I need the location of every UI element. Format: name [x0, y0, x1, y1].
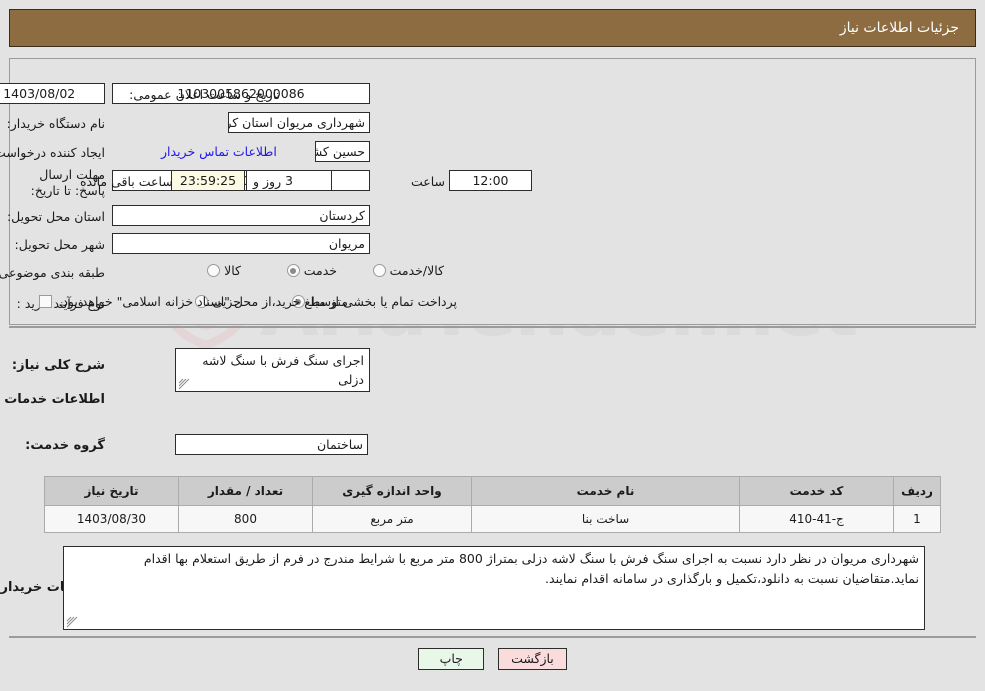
cell-quantity: 800	[178, 505, 313, 533]
buyer-notes-text: شهرداری مریوان در نظر دارد نسبت به اجرای…	[143, 551, 919, 586]
creator-label: ایجاد کننده درخواست:	[0, 145, 105, 160]
radio-label: خدمت	[303, 263, 337, 278]
table-row: 1 ج-41-410 ساخت بنا متر مربع 800 1403/08…	[44, 505, 941, 533]
cell-service-code: ج-41-410	[739, 505, 894, 533]
announce-datetime-value: 11:25 - 1403/08/02	[0, 83, 105, 104]
back-button[interactable]: بازگشت	[498, 648, 567, 670]
cell-need-date: 1403/08/30	[44, 505, 179, 533]
category-label: طبقه بندی موضوعی:	[0, 265, 105, 280]
buyer-org-label: نام دستگاه خریدار:	[6, 116, 105, 131]
service-group-value: ساختمان	[175, 434, 368, 455]
remaining-days-label: روز و	[253, 174, 282, 189]
services-table: ردیف کد خدمت نام خدمت واحد اندازه گیری ت…	[44, 476, 941, 533]
radio-indicator[interactable]	[207, 264, 221, 277]
col-unit: واحد اندازه گیری	[312, 476, 472, 506]
col-service-name: نام خدمت	[471, 476, 740, 506]
footer-button-row: بازگشت چاپ	[0, 648, 985, 670]
cell-unit: متر مربع	[312, 505, 472, 533]
print-button[interactable]: چاپ	[418, 648, 485, 670]
radio-indicator[interactable]	[286, 264, 300, 277]
general-desc-value[interactable]: اجرای سنگ فرش با سنگ لاشه دزلی	[175, 348, 370, 392]
radio-label: کالا/خدمت	[389, 263, 444, 278]
general-desc-text: اجرای سنگ فرش با سنگ لاشه دزلی	[202, 353, 364, 387]
radio-category-kala[interactable]: کالا	[207, 263, 241, 278]
buyer-contact-link[interactable]: اطلاعات تماس خریدار	[161, 144, 277, 159]
buyer-notes-value[interactable]: شهرداری مریوان در نظر دارد نسبت به اجرای…	[63, 546, 925, 630]
radio-label: کالا	[224, 263, 241, 278]
col-service-code: کد خدمت	[739, 476, 894, 506]
remaining-time-value: 23:59:25	[171, 170, 245, 191]
resize-grip-icon	[178, 378, 190, 390]
page-title: جزئیات اطلاعات نیاز	[9, 9, 976, 47]
cell-row-no: 1	[893, 505, 941, 533]
treasury-checkbox-label: پرداخت تمام یا بخشی از مبلغ خرید،از محل …	[58, 294, 457, 309]
col-quantity: تعداد / مقدار	[178, 476, 313, 506]
province-value: کردستان	[112, 205, 370, 226]
col-row-no: ردیف	[893, 476, 941, 506]
city-value: مریوان	[112, 233, 370, 254]
radio-indicator[interactable]	[372, 264, 386, 277]
announce-datetime-label: تاریخ و ساعت اعلان عمومی:	[129, 87, 280, 102]
radio-category-kala-khedmat[interactable]: کالا/خدمت	[372, 263, 444, 278]
cell-service-name: ساخت بنا	[471, 505, 740, 533]
table-header-row: ردیف کد خدمت نام خدمت واحد اندازه گیری ت…	[44, 476, 941, 506]
page-root: جزئیات اطلاعات نیاز شماره نیاز: 11030058…	[0, 0, 985, 691]
footer-divider	[9, 637, 976, 638]
remaining-suffix-label: ساعت باقی مانده	[80, 174, 173, 189]
resize-grip-icon	[66, 616, 78, 628]
services-section-title: اطلاعات خدمات مورد نیاز	[0, 392, 105, 407]
deadline-hour-label: ساعت	[410, 174, 445, 189]
treasury-checkbox[interactable]	[39, 295, 53, 308]
creator-value: حسین کشور دوست کارپرداز شهرداری مریوان ا…	[315, 141, 370, 162]
radio-category-khedmat[interactable]: خدمت	[286, 263, 337, 278]
treasury-checkbox-row[interactable]: پرداخت تمام یا بخشی از مبلغ خرید،از محل …	[39, 294, 457, 309]
city-label: شهر محل تحویل:	[14, 237, 105, 252]
service-group-label: گروه خدمت:	[25, 438, 105, 453]
general-desc-label: شرح کلی نیاز:	[11, 358, 105, 373]
col-need-date: تاریخ نیاز	[44, 476, 179, 506]
deadline-hour-value: 12:00	[449, 170, 532, 191]
province-label: استان محل تحویل:	[6, 209, 105, 224]
buyer-org-value: شهرداری مریوان استان کردستان	[228, 112, 370, 133]
